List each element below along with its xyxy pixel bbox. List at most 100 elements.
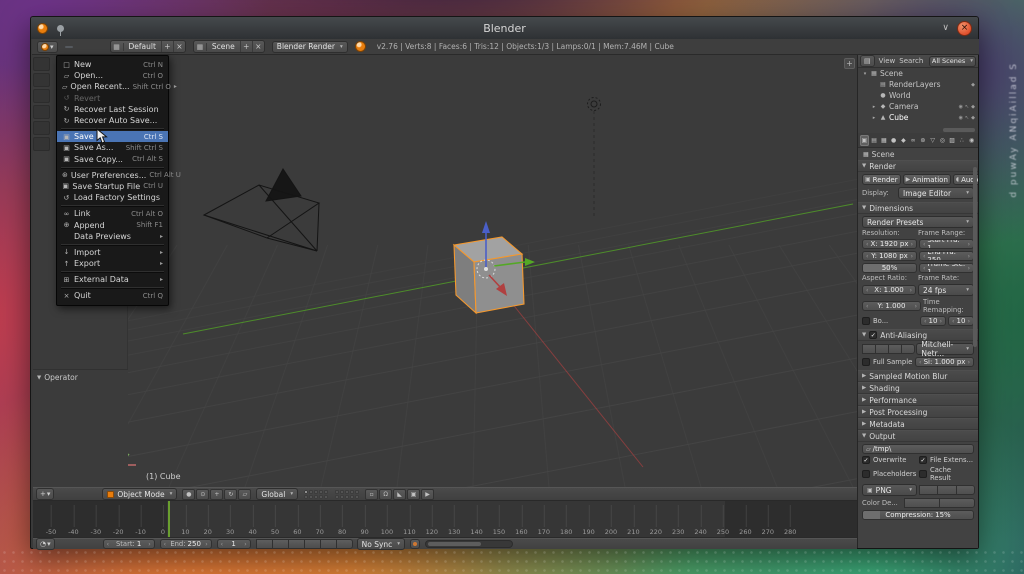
layer-toggle[interactable] <box>350 489 355 494</box>
render-animation-button[interactable]: ▶ Animation <box>902 174 951 185</box>
color-depth-button[interactable] <box>939 498 975 508</box>
cursor-arrow-icon[interactable]: ↖ <box>965 115 969 121</box>
file-menu-item[interactable]: ↻ Recover Last Session ▸ <box>57 104 168 115</box>
channel-button[interactable] <box>919 485 939 495</box>
outliner-row[interactable]: ▸ ◆ Camera ◉ ↖ ◆ <box>858 101 978 112</box>
outliner-view-menu[interactable]: View <box>879 57 896 65</box>
compression-slider[interactable]: Compression: 15% <box>862 510 974 520</box>
window-shade-icon[interactable]: ∨ <box>942 23 949 33</box>
render-display-dropdown[interactable]: Image Editor <box>898 187 974 199</box>
editor-type-button[interactable]: + ▾ <box>36 488 55 500</box>
texture-tab[interactable]: ▨ <box>948 135 957 146</box>
current-frame-field[interactable]: 1 <box>216 539 251 549</box>
playback-button[interactable] <box>303 539 321 549</box>
panel-header[interactable]: ▶ Sampled Motion Blur <box>858 370 978 382</box>
layer-toggle[interactable] <box>304 494 309 499</box>
outliner-search-menu[interactable]: Search <box>899 57 923 65</box>
output-panel-header[interactable]: ▼ Output <box>858 430 978 442</box>
full-sample-checkbox[interactable]: ✓ Full Sample <box>862 358 913 366</box>
output-path-field[interactable]: ▱ /tmp\ <box>862 444 974 454</box>
eye-icon[interactable]: ◉ <box>959 104 963 110</box>
editor-type-button[interactable]: ▤ <box>860 55 875 67</box>
delete-scene-button[interactable]: × <box>251 41 264 52</box>
manipulator-translate-icon[interactable]: + <box>210 488 224 500</box>
playback-button[interactable] <box>287 539 305 549</box>
aspect-x-field[interactable]: X: 1.000 <box>862 285 916 295</box>
border-checkbox[interactable]: ✓ Bo... <box>862 317 918 325</box>
viewport-menu[interactable] <box>69 493 77 495</box>
frame-start-field[interactable]: Start: 1 <box>102 539 155 549</box>
window-titlebar[interactable]: Blender ∨ × <box>31 17 978 39</box>
render-button[interactable]: ▣ Render <box>862 174 901 185</box>
render-layers-tab[interactable]: ▤ <box>870 135 879 146</box>
layer-toggle[interactable] <box>355 489 360 494</box>
file-menu-item[interactable]: × Quit Ctrl Q ▸ <box>57 290 168 301</box>
tool-shelf-tab[interactable] <box>33 137 50 151</box>
playback-button[interactable] <box>255 539 273 549</box>
current-frame-marker[interactable] <box>168 501 170 537</box>
menubar-menu[interactable] <box>64 45 73 48</box>
timeline-ruler[interactable]: -50 -40 -30 -20 -10 0 10 20 30 40 50 60 70 80 90 100 110… <box>33 501 857 537</box>
file-menu-item[interactable]: ↓ Import ▸ <box>57 247 168 258</box>
editor-type-button[interactable]: ◔ ▾ <box>36 538 55 550</box>
aspect-y-field[interactable]: Y: 1.000 <box>862 301 921 311</box>
file-menu-item[interactable]: □ New Ctrl N ▸ <box>57 59 168 70</box>
timeline-scrollbar[interactable] <box>425 540 514 548</box>
timeline-menu[interactable] <box>60 543 68 545</box>
operator-panel-header[interactable]: ▼ Operator <box>33 370 128 385</box>
tool-shelf-tab[interactable] <box>33 89 50 103</box>
constraints-tab[interactable]: ∞ <box>909 135 918 146</box>
lock-icon[interactable]: ▫ <box>365 488 379 500</box>
render-opengl-anim-icon[interactable]: ▶ <box>421 488 435 500</box>
aa-sample-button[interactable] <box>875 344 890 354</box>
region-expand-button[interactable]: + <box>844 58 855 69</box>
playback-button[interactable] <box>335 539 353 549</box>
file-menu-item[interactable]: ▱ Open... Ctrl O ▸ <box>57 70 168 81</box>
layer-toggle[interactable] <box>350 494 355 499</box>
layer-toggle[interactable] <box>340 489 345 494</box>
expand-arrow-icon[interactable]: ▾ <box>862 71 868 77</box>
playback-button[interactable] <box>271 539 289 549</box>
frame-end-field[interactable]: End: 250 <box>159 539 212 549</box>
file-menu-item[interactable]: ⊛ User Preferences... Ctrl Alt U ▸ <box>57 170 181 181</box>
snap-element-icon[interactable]: ◣ <box>393 488 407 500</box>
color-depth-button[interactable] <box>904 498 940 508</box>
render-opengl-icon[interactable]: ▣ <box>407 488 421 500</box>
placeholders-checkbox[interactable]: ✓ Placeholders <box>862 470 917 478</box>
file-menu-item[interactable]: Data Previews ▸ <box>57 231 168 242</box>
render-panel-header[interactable]: ▼ Render <box>858 160 978 172</box>
menubar-menu[interactable] <box>95 46 103 48</box>
file-menu-item[interactable]: ▣ Save As... Shift Ctrl S ▸ <box>57 142 168 153</box>
frame-step-field[interactable]: Frame Ste: 1 <box>919 263 974 273</box>
aa-sample-button[interactable] <box>888 344 903 354</box>
overwrite-checkbox[interactable]: ✓ Overwrite <box>862 456 917 464</box>
camera-small-icon[interactable]: ◆ <box>971 104 975 110</box>
panel-header[interactable]: ▶ Shading <box>858 382 978 394</box>
mode-dropdown[interactable]: Object Mode <box>102 488 178 500</box>
camera-small-icon[interactable]: ◆ <box>971 115 975 121</box>
layer-toggle[interactable] <box>355 494 360 499</box>
outliner-row[interactable]: ▸ ▲ Cube ◉ ↖ ◆ <box>858 112 978 123</box>
file-menu-item[interactable]: ⊞ External Data ▸ <box>57 274 168 285</box>
render-tab[interactable]: ▣ <box>860 134 869 146</box>
object-tab[interactable]: ◆ <box>899 135 908 146</box>
aa-size-field[interactable]: Si: 1.000 px <box>915 357 974 367</box>
particles-tab[interactable]: ∴ <box>958 135 967 146</box>
channel-button[interactable] <box>937 485 957 495</box>
timeline-menu[interactable] <box>90 543 98 545</box>
layer-toggle[interactable] <box>304 489 309 494</box>
outliner-scope-dropdown[interactable]: All Scenes <box>928 55 976 67</box>
file-menu-item[interactable]: ∞ Link Ctrl Alt O ▸ <box>57 208 168 219</box>
viewport-menu[interactable] <box>89 493 97 495</box>
add-layout-button[interactable]: + <box>160 41 173 52</box>
remap-new-field[interactable]: 10 <box>948 316 974 326</box>
scene-tab[interactable]: ▦ <box>880 135 889 146</box>
file-menu-item[interactable]: ▱ Open Recent... Shift Ctrl O ▸ <box>57 81 177 92</box>
transform-orientation-dropdown[interactable]: Global <box>256 488 299 500</box>
expand-arrow-icon[interactable]: ▸ <box>871 115 877 121</box>
file-extensions-checkbox[interactable]: ✓ File Extens... <box>919 456 974 464</box>
resolution-y-field[interactable]: Y: 1080 px <box>862 251 917 261</box>
render-presets-dropdown[interactable]: Render Presets <box>862 216 974 228</box>
snap-magnet-icon[interactable]: Ω <box>379 488 393 500</box>
delete-layout-button[interactable]: × <box>172 41 185 52</box>
